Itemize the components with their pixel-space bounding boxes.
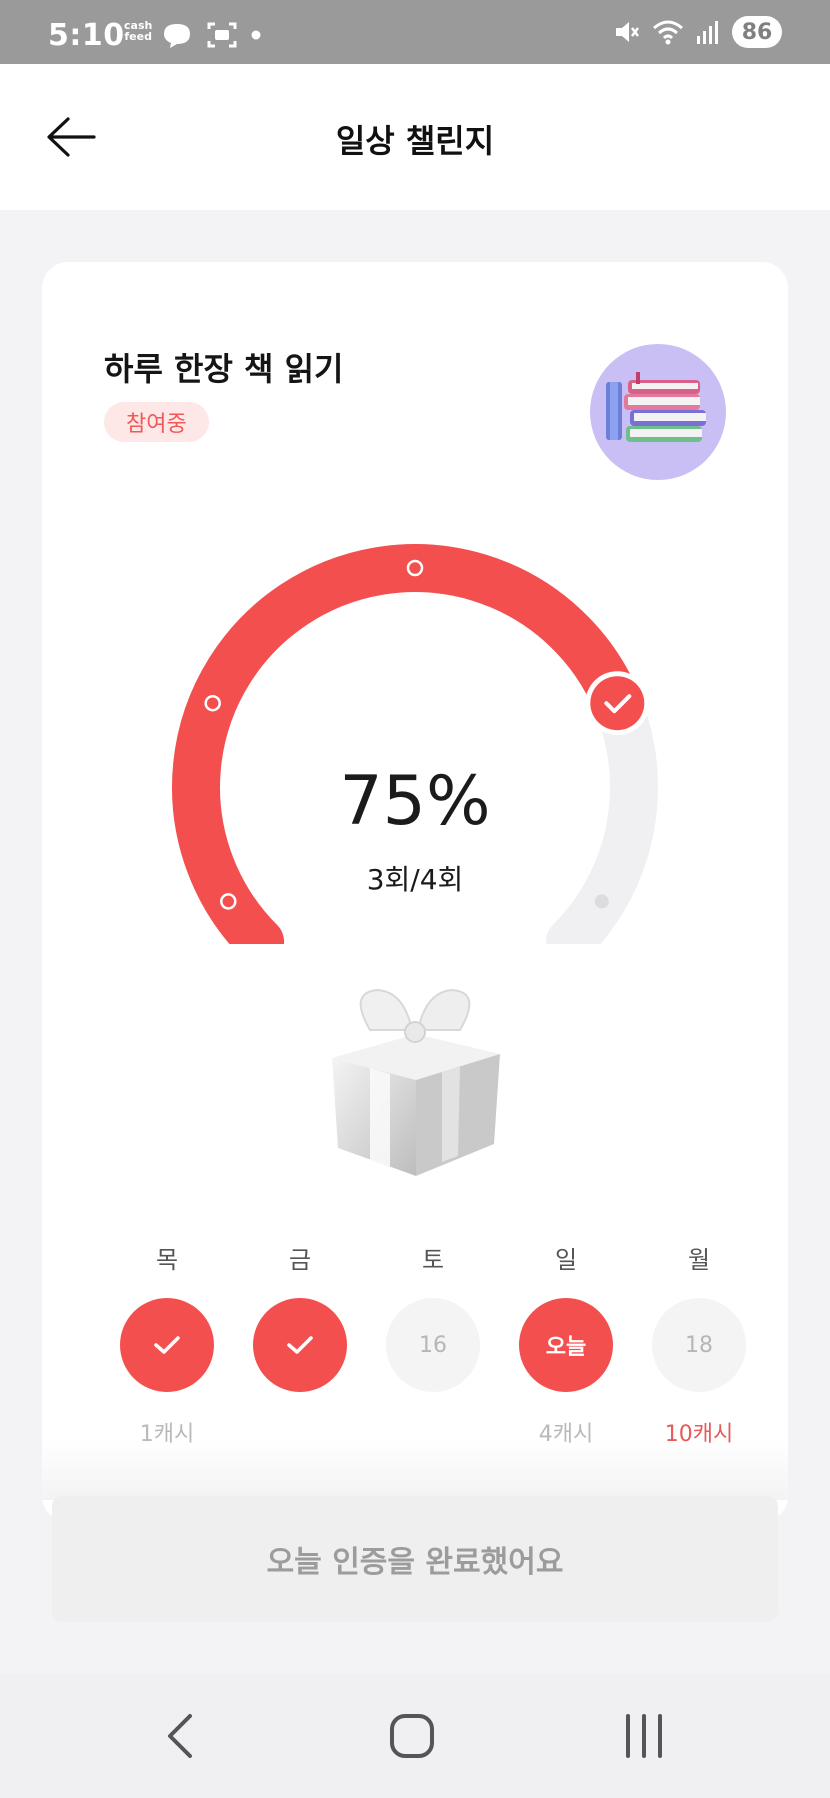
cashfeed-notification-icon: cash feed	[124, 19, 153, 43]
chat-bubble-icon	[164, 24, 190, 48]
wifi-icon	[653, 20, 683, 45]
challenge-card: 하루 한장 책 읽기 참여중 75% 3회/4회 목 1캐시 금 토 16 일 …	[42, 262, 788, 1522]
day-item: 월 18 10캐시	[652, 1240, 746, 1447]
screenshot-icon	[207, 22, 237, 48]
day-item: 목 1캐시	[120, 1240, 214, 1447]
day-label: 금	[288, 1246, 312, 1274]
day-label: 목	[155, 1246, 179, 1274]
day-circle-future: 16	[386, 1298, 480, 1392]
nav-home-icon[interactable]	[382, 1710, 442, 1762]
check-icon	[585, 671, 650, 736]
status-time: 5:10	[48, 18, 125, 53]
day-item: 토 16	[386, 1240, 480, 1446]
day-circle-done	[120, 1298, 214, 1392]
nav-recents-icon[interactable]	[614, 1710, 674, 1762]
day-item: 금	[253, 1240, 347, 1446]
status-right: 86	[614, 16, 782, 48]
gift-icon	[332, 988, 500, 1176]
page-title: 일상 챌린지	[335, 122, 495, 160]
check-icon	[287, 1336, 313, 1354]
day-circle-done	[253, 1298, 347, 1392]
day-circle-today: 오늘	[519, 1298, 613, 1392]
bottom-fade	[0, 1440, 830, 1500]
day-value: 16	[419, 1332, 447, 1358]
mute-icon	[616, 22, 639, 42]
nav-back-icon[interactable]	[152, 1710, 212, 1762]
progress-count: 3회/4회	[366, 863, 464, 896]
system-nav-bar	[0, 1674, 830, 1798]
day-value: 18	[685, 1332, 713, 1358]
dot-icon	[251, 30, 261, 40]
challenge-title: 하루 한장 책 읽기	[104, 350, 344, 388]
status-notification-icons	[160, 20, 262, 50]
weekly-tracker: 목 1캐시 금 토 16 일 오늘 4캐시 월 18 10캐시	[120, 1240, 746, 1447]
app-header: 일상 챌린지	[0, 64, 830, 210]
day-item: 일 오늘 4캐시	[519, 1240, 613, 1447]
progress-percent: 75%	[339, 762, 491, 841]
books-icon	[590, 344, 726, 480]
complete-button[interactable]: 오늘 인증을 완료했어요	[52, 1496, 778, 1622]
day-label: 토	[421, 1246, 445, 1274]
day-value: 오늘	[545, 1335, 587, 1360]
day-label: 월	[687, 1246, 711, 1274]
day-label: 일	[554, 1246, 578, 1274]
check-icon	[154, 1336, 180, 1354]
signal-icon	[697, 21, 718, 44]
battery-indicator: 86	[732, 16, 782, 48]
day-circle-future: 18	[652, 1298, 746, 1392]
status-bar: 5:10 cash feed 86	[0, 0, 830, 64]
status-badge: 참여중	[104, 402, 209, 442]
